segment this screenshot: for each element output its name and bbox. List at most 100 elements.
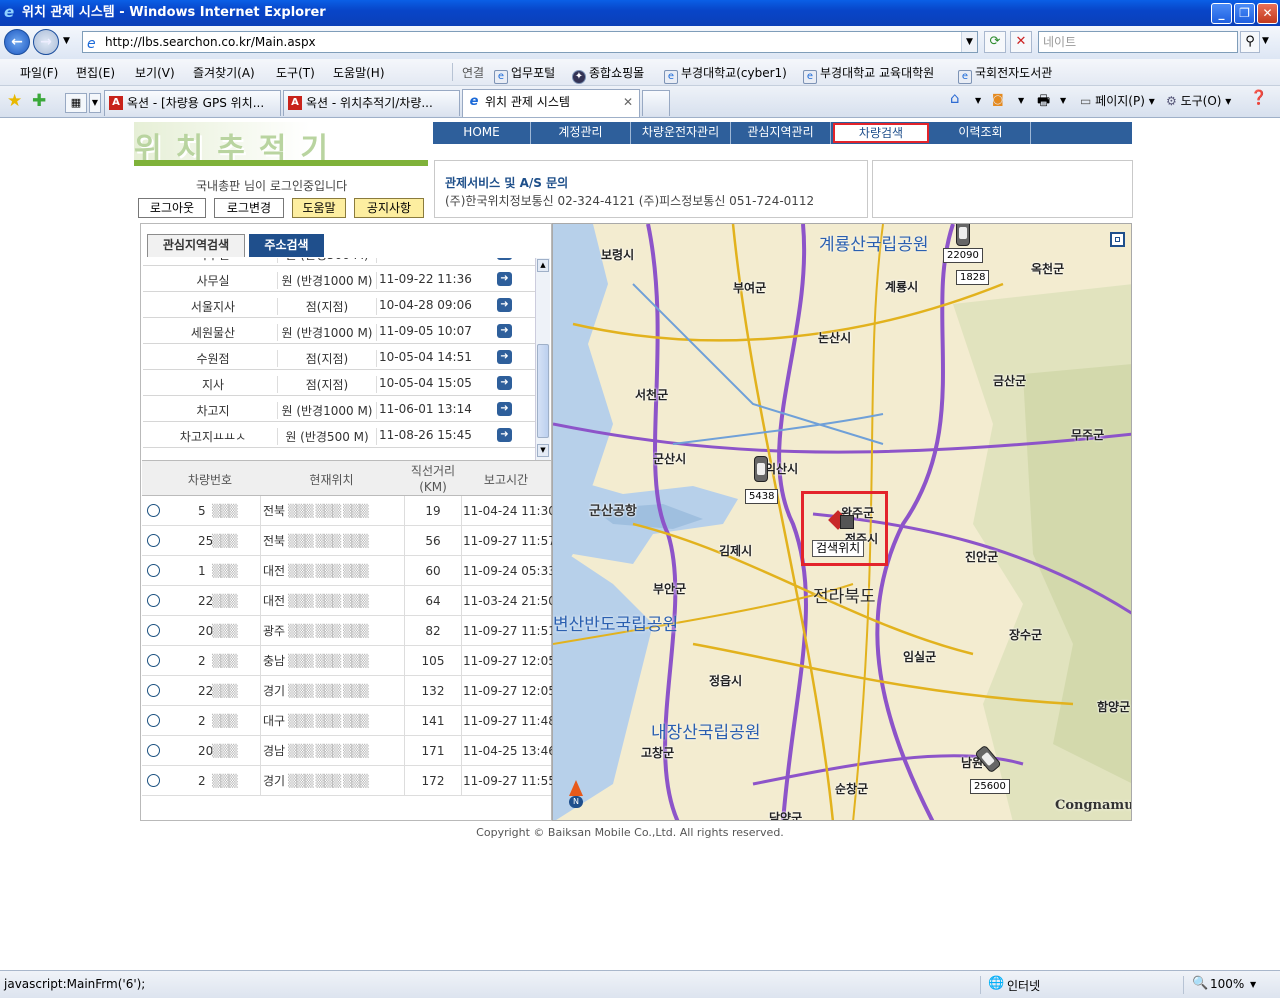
back-button[interactable]: ← — [4, 29, 30, 55]
vehicle-radio[interactable] — [147, 684, 160, 697]
site-logo[interactable]: 위치추적기 — [134, 122, 428, 166]
vehicle-row[interactable]: 2 ▒▒▒ 충남 ▒▒▒ ▒▒▒ ▒▒▒ 105 11-09-27 12:05 — [142, 646, 556, 676]
search-input[interactable]: 네이트 — [1038, 31, 1238, 53]
vehicle-radio[interactable] — [147, 504, 160, 517]
region-row[interactable]: 지사 점(지점) 10-05-04 15:05 ➜ — [143, 370, 535, 396]
menu-edit[interactable]: 편집(E) — [76, 64, 115, 81]
vehicle-marker[interactable] — [956, 224, 970, 246]
new-tab-button[interactable] — [642, 90, 670, 116]
region-row[interactable]: 수원점 점(지점) 10-05-04 14:51 ➜ — [143, 344, 535, 370]
tab-auction-1[interactable]: A 옥션 - [차량용 GPS 위치... — [104, 90, 281, 116]
vehicle-radio[interactable] — [147, 714, 160, 727]
home-dropdown-icon[interactable]: ▼ — [975, 96, 981, 105]
vehicle-row[interactable]: 5 ▒▒▒ 전북 ▒▒▒ ▒▒▒ ▒▒▒ 19 11-04-24 11:30 — [142, 496, 556, 526]
vehicle-row[interactable]: 25 ▒▒▒ 전북 ▒▒▒ ▒▒▒ ▒▒▒ 56 11-09-27 11:57 — [142, 526, 556, 556]
region-row[interactable]: 사무실 원 (반경500 M)11-09-18 14:06 ➜ — [143, 258, 535, 266]
history-dropdown-icon[interactable]: ▼ — [63, 36, 70, 46]
vehicle-radio[interactable] — [147, 744, 160, 757]
zoom-dropdown-icon[interactable]: ▼ — [1250, 980, 1256, 989]
scroll-down-icon[interactable]: ▼ — [537, 444, 549, 457]
print-icon[interactable]: 🖶 — [1037, 90, 1050, 114]
logout-button[interactable]: 로그아웃 — [138, 198, 206, 218]
nav-home[interactable]: HOME — [433, 122, 531, 144]
tab-region-search[interactable]: 관심지역검색 — [147, 234, 245, 257]
address-dropdown-icon[interactable]: ▼ — [961, 32, 977, 52]
search-options-icon[interactable]: ▼ — [1262, 36, 1269, 46]
tools-menu[interactable]: ⚙ 도구(O) ▾ — [1166, 92, 1231, 109]
go-arrow-icon[interactable]: ➜ — [497, 272, 512, 286]
region-row[interactable]: 사무실 원 (반경1000 M) 11-09-22 11:36 ➜ — [143, 266, 535, 292]
tab-list-icon[interactable]: ▼ — [89, 93, 101, 113]
notice-button[interactable]: 공지사항 — [354, 198, 424, 218]
favorite-link[interactable]: e 부경대학교 교육대학원 — [803, 64, 934, 84]
home-icon[interactable]: ⌂ — [950, 89, 960, 107]
help-button[interactable]: 도움말 — [292, 198, 346, 218]
tab-current[interactable]: e 위치 관제 시스템 ✕ — [462, 89, 640, 117]
favorite-link[interactable]: e 부경대학교(cyber1) — [664, 64, 787, 84]
vehicle-radio[interactable] — [147, 624, 160, 637]
scroll-thumb[interactable] — [537, 344, 549, 438]
address-input[interactable]: e http://lbs.searchon.co.kr/Main.aspx ▼ — [82, 31, 978, 53]
refresh-icon[interactable]: ⟳ — [984, 31, 1006, 53]
forward-button[interactable]: → — [33, 29, 59, 55]
vehicle-radio[interactable] — [147, 594, 160, 607]
minimize-button[interactable]: _ — [1211, 3, 1232, 24]
scroll-up-icon[interactable]: ▲ — [537, 259, 549, 272]
nav-region[interactable]: 관심지역관리 — [731, 122, 831, 144]
vehicle-marker[interactable] — [754, 456, 768, 482]
page-menu[interactable]: ▭ 페이지(P) ▾ — [1080, 92, 1155, 109]
feeds-dropdown-icon[interactable]: ▼ — [1018, 96, 1024, 105]
region-row[interactable]: 세원물산 원 (반경1000 M) 11-09-05 10:07 ➜ — [143, 318, 535, 344]
vehicle-radio[interactable] — [147, 774, 160, 787]
quick-tabs-icon[interactable]: ▦ — [65, 93, 87, 113]
vehicle-radio[interactable] — [147, 534, 160, 547]
vehicle-row[interactable]: 22 ▒▒▒ 경기 ▒▒▒ ▒▒▒ ▒▒▒ 132 11-09-27 12:05 — [142, 676, 556, 706]
menu-tools[interactable]: 도구(T) — [276, 64, 315, 81]
tab-auction-2[interactable]: A 옥션 - 위치추적기/차량... — [283, 90, 460, 116]
favorite-link[interactable]: ✦ 종합쇼핑몰 — [572, 64, 644, 84]
go-arrow-icon[interactable]: ➜ — [497, 402, 512, 416]
favorite-link[interactable]: e 국회전자도서관 — [958, 64, 1052, 84]
region-row[interactable]: 차고지 원 (반경1000 M) 11-06-01 13:14 ➜ — [143, 396, 535, 422]
vehicle-row[interactable]: 22 ▒▒▒ 대전 ▒▒▒ ▒▒▒ ▒▒▒ 64 11-03-24 21:50 — [142, 586, 556, 616]
vehicle-radio[interactable] — [147, 564, 160, 577]
nav-account[interactable]: 계정관리 — [531, 122, 631, 144]
vehicle-row[interactable]: 20 ▒▒▒ 경남 ▒▒▒ ▒▒▒ ▒▒▒ 171 11-04-25 13:46 — [142, 736, 556, 766]
print-dropdown-icon[interactable]: ▼ — [1060, 96, 1066, 105]
stop-icon[interactable]: ✕ — [1010, 31, 1032, 53]
feeds-icon[interactable]: ◙ — [992, 92, 1004, 106]
vehicle-radio[interactable] — [147, 654, 160, 667]
go-arrow-icon[interactable]: ➜ — [497, 350, 512, 364]
close-button[interactable]: ✕ — [1257, 3, 1278, 24]
nav-vehicle-search[interactable]: 차량검색 — [833, 123, 929, 143]
nav-driver[interactable]: 차량운전자관리 — [631, 122, 731, 144]
zoom-level[interactable]: 100% — [1210, 977, 1244, 991]
region-row[interactable]: 차고지ㅛㅛㅅ 원 (반경500 M) 11-08-26 15:45 ➜ — [143, 422, 535, 448]
menu-view[interactable]: 보기(V) — [135, 64, 175, 81]
maximize-button[interactable]: ❐ — [1234, 3, 1255, 24]
go-arrow-icon[interactable]: ➜ — [497, 376, 512, 390]
favorite-link[interactable]: e 업무포털 — [494, 64, 555, 84]
menu-file[interactable]: 파일(F) — [20, 64, 58, 81]
add-favorite-icon[interactable]: ✚ — [32, 91, 46, 111]
go-arrow-icon[interactable]: ➜ — [497, 258, 512, 260]
vehicle-row[interactable]: 1 ▒▒▒ 대전 ▒▒▒ ▒▒▒ ▒▒▒ 60 11-09-24 05:33 — [142, 556, 556, 586]
region-row[interactable]: 서울지사 점(지점) 10-04-28 09:06 ➜ — [143, 292, 535, 318]
map-overview-toggle-icon[interactable] — [1110, 232, 1125, 247]
go-arrow-icon[interactable]: ➜ — [497, 298, 512, 312]
menu-favorites[interactable]: 즐겨찾기(A) — [193, 64, 255, 81]
go-arrow-icon[interactable]: ➜ — [497, 324, 512, 338]
vehicle-row[interactable]: 2 ▒▒▒ 경기 ▒▒▒ ▒▒▒ ▒▒▒ 172 11-09-27 11:55 — [142, 766, 556, 796]
go-arrow-icon[interactable]: ➜ — [497, 428, 512, 442]
vehicle-row[interactable]: 2 ▒▒▒ 대구 ▒▒▒ ▒▒▒ ▒▒▒ 141 11-09-27 11:48 — [142, 706, 556, 736]
search-icon[interactable]: ⚲ — [1240, 31, 1260, 53]
help-icon[interactable]: ❓ — [1250, 90, 1267, 106]
vehicle-row[interactable]: 20 ▒▒▒ 광주 ▒▒▒ ▒▒▒ ▒▒▒ 82 11-09-27 11:51 — [142, 616, 556, 646]
change-log-button[interactable]: 로그변경 — [214, 198, 284, 218]
zoom-icon[interactable]: 🔍 — [1192, 976, 1208, 991]
close-tab-icon[interactable]: ✕ — [623, 90, 633, 114]
nav-history[interactable]: 이력조회 — [931, 122, 1031, 144]
tab-address-search[interactable]: 주소검색 — [249, 234, 324, 257]
region-scrollbar[interactable]: ▲ ▼ — [535, 258, 550, 460]
favorites-star-icon[interactable]: ★ — [7, 91, 22, 111]
